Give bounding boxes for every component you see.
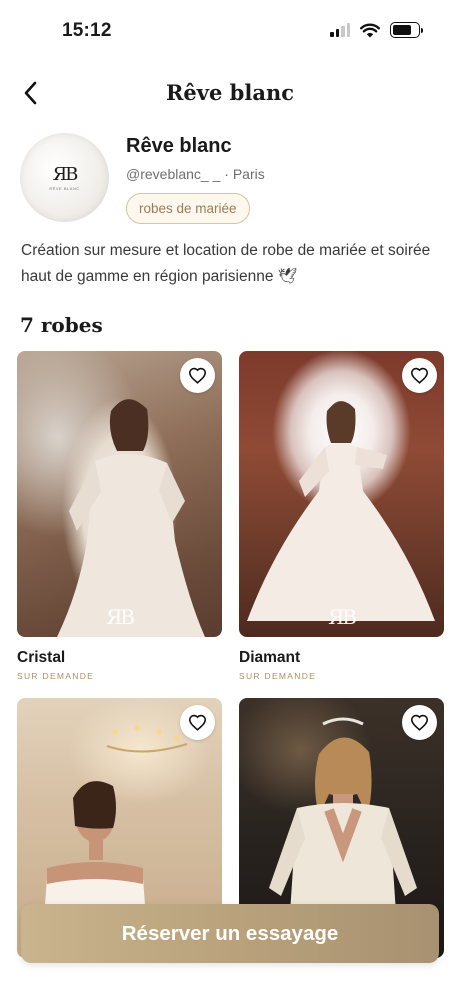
status-icons: [330, 22, 423, 38]
favorite-button[interactable]: [180, 705, 215, 740]
profile-description: Création sur mesure et location de robe …: [21, 242, 431, 285]
profile-header: ЯB RÊVE BLANC Rêve blanc @reveblanc_ _ ·…: [20, 133, 440, 228]
wifi-icon: [360, 23, 380, 37]
dress-photo[interactable]: ЯB: [17, 351, 222, 637]
profile-name: Rêve blanc: [126, 135, 232, 157]
dress-silhouette: [247, 401, 435, 621]
dress-silhouette: [57, 399, 205, 637]
dress-card[interactable]: ЯB Diamant SUR DEMANDE: [239, 351, 444, 681]
dress-photo[interactable]: ЯB: [239, 351, 444, 637]
favorite-button[interactable]: [402, 705, 437, 740]
dress-availability: SUR DEMANDE: [17, 671, 95, 681]
heart-outline-icon: [188, 367, 207, 384]
header: Rêve blanc: [0, 70, 460, 120]
dress-name: Diamant: [239, 649, 301, 666]
favorite-button[interactable]: [180, 358, 215, 393]
brand-watermark: ЯB: [106, 605, 135, 629]
category-tag[interactable]: robes de mariée: [126, 193, 250, 224]
cellular-signal-icon: [330, 23, 350, 37]
section-title: 7 robes: [20, 313, 103, 337]
favorite-button[interactable]: [402, 358, 437, 393]
status-bar: 15:12: [0, 0, 460, 60]
heart-outline-icon: [188, 714, 207, 731]
status-time: 15:12: [62, 20, 112, 41]
battery-icon: [390, 22, 423, 38]
avatar[interactable]: ЯB RÊVE BLANC: [20, 133, 109, 222]
dress-name: Cristal: [17, 649, 66, 666]
brand-logo-subtitle: RÊVE BLANC: [49, 186, 80, 191]
heart-outline-icon: [410, 367, 429, 384]
book-fitting-button[interactable]: Réserver un essayage: [21, 904, 439, 963]
profile-handle: @reveblanc_ _ · Paris: [126, 166, 265, 182]
dress-availability: SUR DEMANDE: [239, 671, 317, 681]
page-title: Rêve blanc: [165, 80, 294, 105]
dress-card[interactable]: ЯB Cristal SUR DEMANDE: [17, 351, 222, 681]
brand-watermark: ЯB: [328, 605, 357, 629]
heart-outline-icon: [410, 714, 429, 731]
brand-logo: ЯB: [52, 164, 79, 185]
